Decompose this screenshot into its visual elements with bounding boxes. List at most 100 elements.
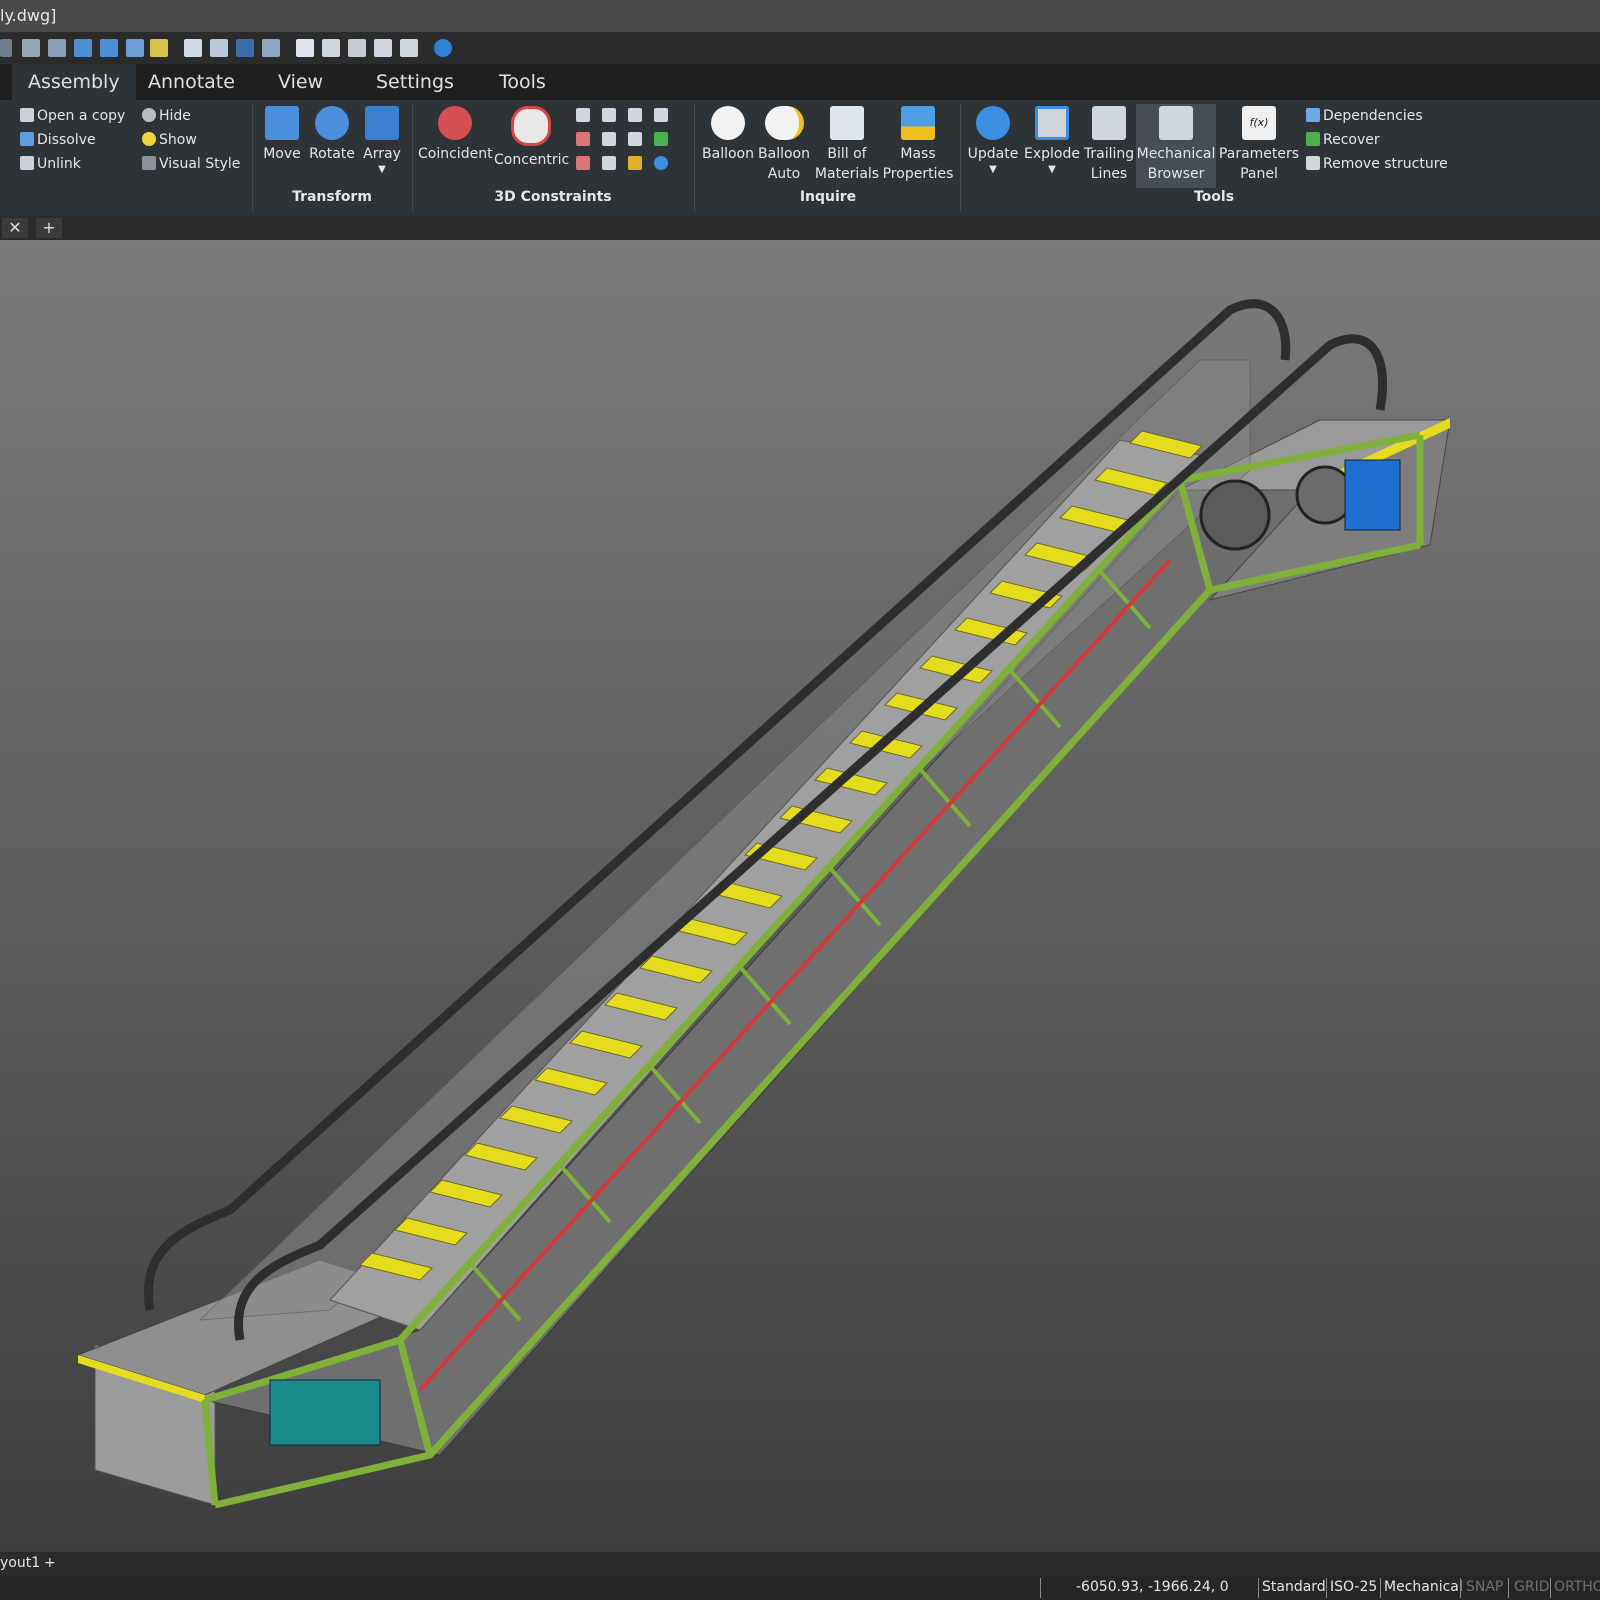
chevron-down-icon: ▼ xyxy=(989,164,997,175)
drive-chain xyxy=(418,558,1172,1392)
balloon-icon xyxy=(711,106,745,140)
ortho-toggle[interactable]: ORTHO xyxy=(1554,1579,1600,1595)
concentric-button[interactable]: Concentric xyxy=(494,104,569,170)
parameters-panel-icon: f(x) xyxy=(1242,106,1276,140)
filter-icon[interactable] xyxy=(100,39,118,57)
constraint-parallel-icon[interactable] xyxy=(576,108,590,122)
constraint-param-icon[interactable] xyxy=(654,108,668,122)
unlink-button[interactable]: Unlink xyxy=(20,156,81,172)
asterisk-icon[interactable] xyxy=(654,156,668,170)
eraser-icon[interactable] xyxy=(322,39,340,57)
edit-icon[interactable] xyxy=(374,39,392,57)
constraint-distance-icon[interactable] xyxy=(576,132,590,146)
separator xyxy=(1380,1578,1381,1598)
show-button[interactable]: Show xyxy=(142,132,197,148)
recover-icon xyxy=(1306,132,1320,146)
layout-tab[interactable]: yout1 xyxy=(0,1555,40,1571)
select-similar-icon[interactable] xyxy=(126,39,144,57)
workspace-status[interactable]: Mechanical xyxy=(1384,1579,1463,1595)
hide-button[interactable]: Hide xyxy=(142,108,191,124)
chevron-down-icon: ▼ xyxy=(378,164,386,175)
mass-properties-icon xyxy=(901,106,935,140)
visual-style-button[interactable]: Visual Style xyxy=(142,156,240,172)
move-button[interactable]: Move xyxy=(258,104,306,164)
dissolve-icon xyxy=(20,132,34,146)
box-wire-icon[interactable] xyxy=(236,39,254,57)
grid-toggle[interactable]: GRID xyxy=(1514,1579,1550,1595)
recover-button[interactable]: Recover xyxy=(1306,132,1380,148)
constraint-table-icon[interactable] xyxy=(654,132,668,146)
bill-of-materials-button[interactable]: Bill of Materials xyxy=(812,104,882,184)
settings-icon[interactable] xyxy=(348,39,366,57)
mechanical-browser-button[interactable]: Mechanical Browser xyxy=(1136,104,1216,188)
layout-tabs: yout1 + xyxy=(0,1552,1600,1576)
drive-gear xyxy=(1199,479,1271,551)
constraint-angle-icon[interactable] xyxy=(628,108,642,122)
dependencies-button[interactable]: Dependencies xyxy=(1306,108,1423,124)
lock-icon[interactable] xyxy=(628,156,642,170)
group-label-tools: Tools xyxy=(1193,189,1235,205)
separator xyxy=(252,104,253,212)
parameters-panel-button[interactable]: f(x) Parameters Panel xyxy=(1218,104,1300,184)
mass-properties-button[interactable]: Mass Properties xyxy=(882,104,954,184)
document-tabs: ✕ + xyxy=(0,216,1600,240)
separator xyxy=(1460,1578,1461,1598)
brush-icon[interactable] xyxy=(22,39,40,57)
help-icon[interactable] xyxy=(434,39,452,57)
lower-gearbox xyxy=(269,1379,381,1446)
tab-annotate[interactable]: Annotate xyxy=(132,64,251,100)
group-label-transform: Transform xyxy=(292,189,372,205)
escalator-model[interactable] xyxy=(0,240,1600,1552)
constraint-mirror-icon[interactable] xyxy=(602,156,616,170)
drive-motor xyxy=(1344,459,1401,531)
balloon-auto-button[interactable]: Balloon Auto xyxy=(756,104,812,184)
image-icon[interactable] xyxy=(400,39,418,57)
update-button[interactable]: Update ▼ xyxy=(964,104,1022,176)
constraint-tangent-icon[interactable] xyxy=(602,108,616,122)
box-solid-icon[interactable] xyxy=(184,39,202,57)
coincident-button[interactable]: Coincident xyxy=(418,104,493,164)
dependencies-icon xyxy=(1306,108,1320,122)
table-icon[interactable] xyxy=(296,39,314,57)
separator xyxy=(960,104,961,212)
box-render-icon[interactable] xyxy=(262,39,280,57)
group-label-inquire: Inquire xyxy=(799,189,857,205)
dim-style-status[interactable]: ISO-25 xyxy=(1330,1579,1377,1595)
group-label-3d-constraints: 3D Constraints xyxy=(494,189,612,205)
new-tab-icon[interactable]: + xyxy=(36,218,62,238)
box-shaded-icon[interactable] xyxy=(210,39,228,57)
steps xyxy=(359,430,1203,1281)
check-icon[interactable] xyxy=(0,39,12,57)
snap-toggle[interactable]: SNAP xyxy=(1466,1579,1503,1595)
tab-settings[interactable]: Settings xyxy=(360,64,470,100)
model-viewport[interactable] xyxy=(0,240,1600,1552)
title-bar: ly.dwg] xyxy=(0,0,1600,32)
rotate-icon xyxy=(315,106,349,140)
separator xyxy=(694,104,695,212)
balloon-button[interactable]: Balloon xyxy=(700,104,756,164)
text-style-status[interactable]: Standard xyxy=(1262,1579,1326,1595)
tab-tools[interactable]: Tools xyxy=(483,64,562,100)
close-icon[interactable]: ✕ xyxy=(2,218,28,238)
tab-assembly[interactable]: Assembly xyxy=(12,64,136,100)
explode-button[interactable]: Explode ▼ xyxy=(1022,104,1082,176)
open-copy-button[interactable]: Open a copy xyxy=(20,108,125,124)
tab-view[interactable]: View xyxy=(262,64,339,100)
constraint-fix-icon[interactable] xyxy=(602,132,616,146)
dissolve-button[interactable]: Dissolve xyxy=(20,132,96,148)
mechanical-browser-icon xyxy=(1159,106,1193,140)
trailing-lines-button[interactable]: Trailing Lines xyxy=(1082,104,1136,184)
rotate-button[interactable]: Rotate xyxy=(306,104,358,164)
constraint-remove-icon[interactable] xyxy=(576,156,590,170)
constraint-edit-icon[interactable] xyxy=(628,132,642,146)
remove-structure-button[interactable]: Remove structure xyxy=(1306,156,1448,172)
separator xyxy=(1258,1578,1259,1598)
select-icon[interactable] xyxy=(74,39,92,57)
trailing-lines-icon xyxy=(1092,106,1126,140)
add-layout-icon[interactable]: + xyxy=(44,1555,56,1571)
pick-icon[interactable] xyxy=(48,39,66,57)
select-light-icon[interactable] xyxy=(150,39,168,57)
coordinates-readout: -6050.93, -1966.24, 0 xyxy=(1076,1579,1229,1595)
visual-style-icon xyxy=(142,156,156,170)
array-button[interactable]: Array ▼ xyxy=(358,104,406,176)
